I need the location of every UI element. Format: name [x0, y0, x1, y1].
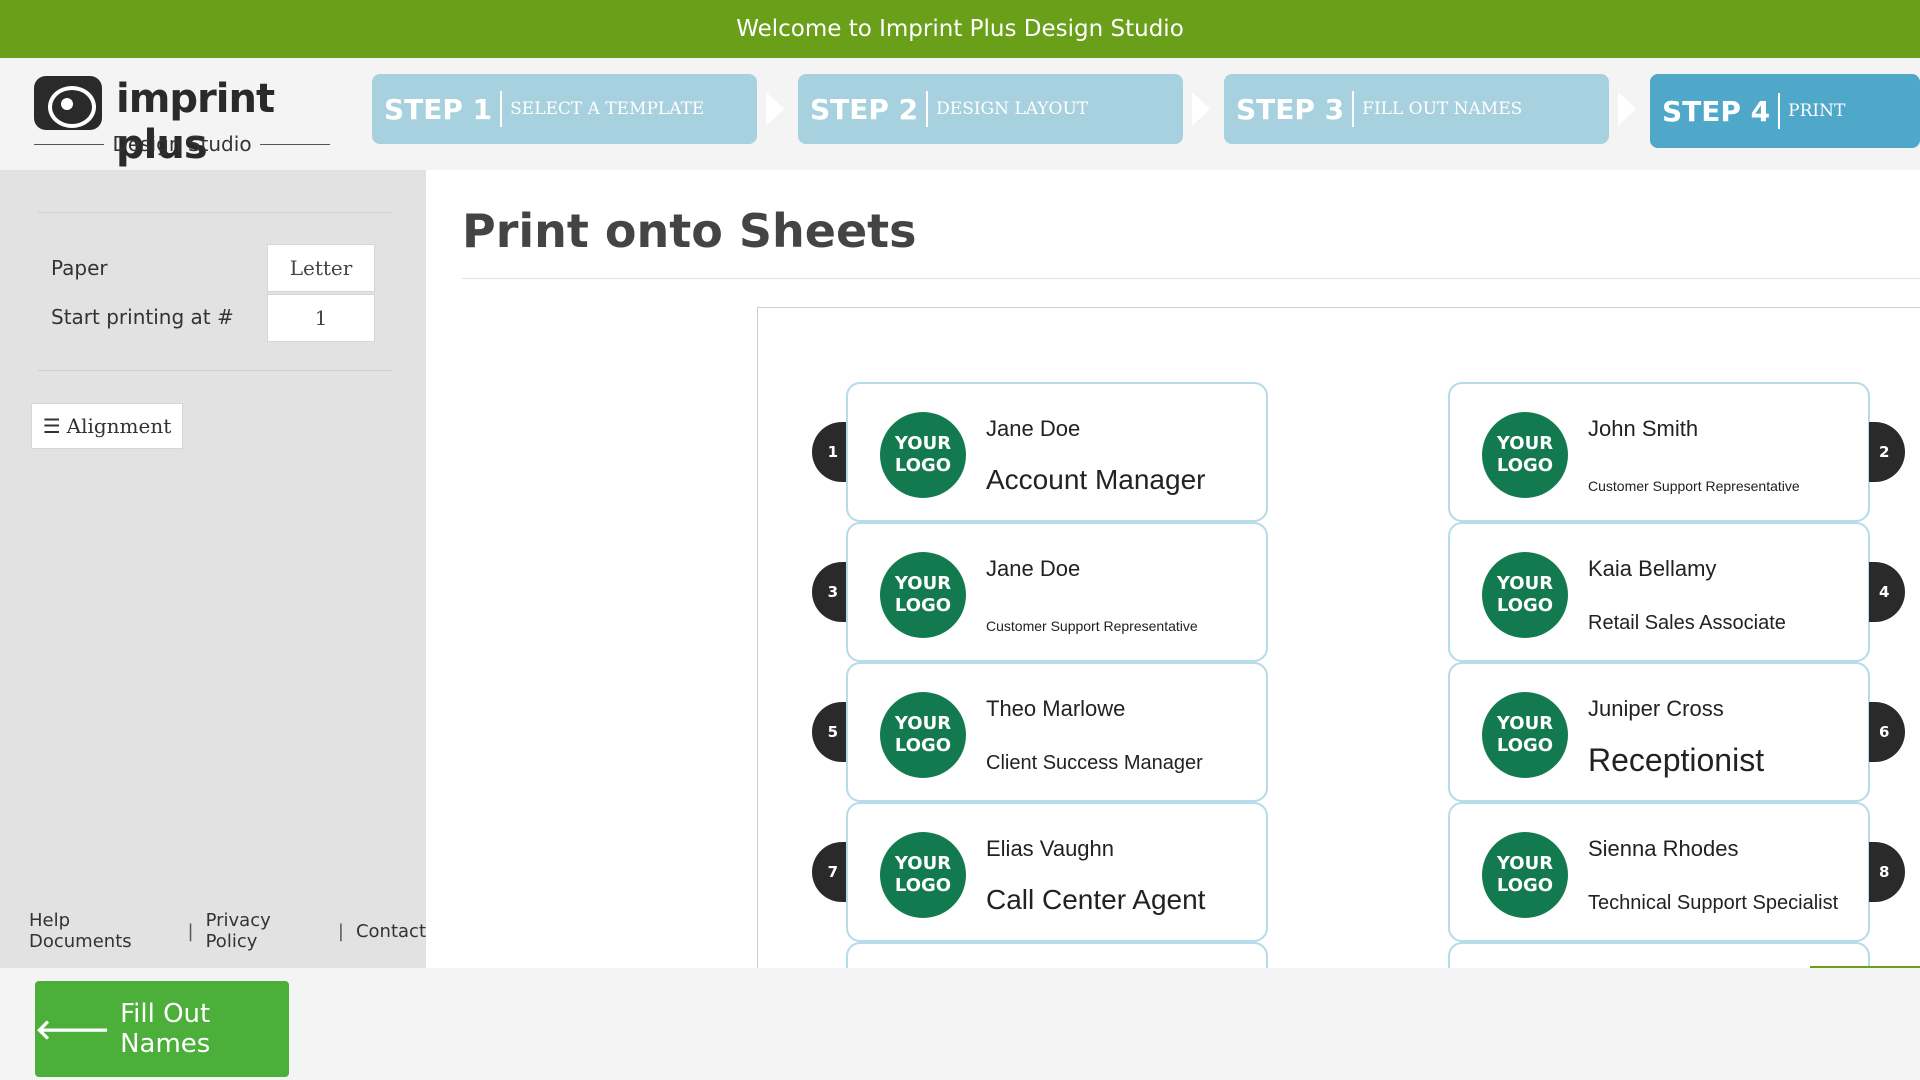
name-badge-label[interactable]: YOUR LOGO Juniper Cross Receptionist: [1448, 662, 1870, 802]
step-separator: [1778, 93, 1781, 129]
fill-out-names-label: Fill Out Names: [120, 999, 211, 1059]
step-arrow-icon: [766, 92, 784, 126]
paper-select[interactable]: Letter: [267, 244, 375, 292]
title-divider: [462, 278, 1920, 279]
badge-title: Customer Support Representative: [1588, 478, 1800, 494]
badge-title: Receptionist: [1588, 742, 1765, 778]
your-logo-icon: YOUR LOGO: [1482, 692, 1568, 778]
label-number-badge: 5: [812, 702, 848, 762]
footer-links: Help Documents | Privacy Policy | Contac…: [29, 910, 426, 952]
label-number-badge: 7: [812, 842, 848, 902]
label-number-badge: 6: [1869, 702, 1905, 762]
step-4-tab[interactable]: STEP 4 PRINT: [1650, 74, 1920, 148]
fill-out-names-button[interactable]: 🡐 Fill Out Names: [35, 981, 289, 1077]
arrow-left-icon: 🡐: [35, 1013, 111, 1046]
badge-title: Client Success Manager: [986, 752, 1203, 774]
step-2-tab[interactable]: STEP 2 DESIGN LAYOUT: [798, 74, 1183, 144]
your-logo-icon: YOUR LOGO: [880, 692, 966, 778]
name-badge-label[interactable]: YOUR LOGO John Smith Customer Support Re…: [1448, 382, 1870, 522]
step-arrow-icon: [1192, 92, 1210, 126]
link-separator: |: [337, 920, 344, 942]
name-badge-label[interactable]: YOUR LOGO Jane Doe Customer Support Repr…: [846, 522, 1268, 662]
step-number: STEP 4: [1662, 94, 1771, 128]
step-label: DESIGN LAYOUT: [936, 99, 1089, 119]
label-number-badge: 3: [812, 562, 848, 622]
name-badge-label[interactable]: [846, 942, 1268, 968]
welcome-banner: Welcome to Imprint Plus Design Studio: [0, 0, 1920, 58]
badge-title: Retail Sales Associate: [1588, 612, 1786, 634]
link-separator: |: [187, 920, 194, 942]
badge-name: Jane Doe: [986, 556, 1081, 581]
start-printing-label: Start printing at #: [51, 305, 234, 329]
badge-name: Juniper Cross: [1588, 696, 1724, 721]
badge-title: Account Manager: [986, 464, 1206, 495]
main-content: Print onto Sheets 1 YOUR LOGO Jane Doe A…: [426, 170, 1920, 968]
contact-link[interactable]: Contact: [356, 921, 426, 942]
name-badge-label[interactable]: YOUR LOGO Elias Vaughn Call Center Agent: [846, 802, 1268, 942]
name-badge-label[interactable]: [1448, 942, 1870, 968]
badge-title: Technical Support Specialist: [1588, 892, 1839, 914]
align-center-icon: ☰: [42, 414, 61, 438]
badge-title: Call Center Agent: [986, 884, 1206, 915]
welcome-text: Welcome to Imprint Plus Design Studio: [736, 16, 1184, 42]
your-logo-icon: YOUR LOGO: [1482, 552, 1568, 638]
brand-subtitle: Design Studio: [112, 132, 252, 156]
your-logo-icon: YOUR LOGO: [1482, 412, 1568, 498]
badge-name: Jane Doe: [986, 416, 1081, 441]
alignment-label: Alignment: [66, 414, 172, 438]
imprint-logo-icon: [34, 76, 102, 130]
sidebar: Paper Letter Start printing at # 1 ☰ Ali…: [0, 170, 426, 968]
step-number: STEP 2: [810, 92, 919, 126]
badge-name: Theo Marlowe: [986, 696, 1126, 721]
step-label: PRINT: [1788, 101, 1846, 121]
label-number-badge: 4: [1869, 562, 1905, 622]
step-arrow-icon: [1618, 92, 1636, 126]
privacy-policy-link[interactable]: Privacy Policy: [206, 910, 326, 952]
help-documents-link[interactable]: Help Documents: [29, 910, 176, 952]
sidebar-divider: [38, 212, 392, 213]
start-printing-input[interactable]: 1: [267, 294, 375, 342]
step-label: SELECT A TEMPLATE: [510, 99, 705, 119]
your-logo-icon: YOUR LOGO: [1482, 832, 1568, 918]
paper-label: Paper: [51, 256, 108, 280]
name-badge-label[interactable]: YOUR LOGO Kaia Bellamy Retail Sales Asso…: [1448, 522, 1870, 662]
header: imprint plus Design Studio STEP 1 SELECT…: [0, 58, 1920, 170]
subtitle-rule-left: [34, 143, 105, 145]
badge-name: John Smith: [1588, 416, 1699, 441]
print-sheet-preview: 1 YOUR LOGO Jane Doe Account Manager YOU…: [757, 307, 1920, 968]
name-badge-label[interactable]: YOUR LOGO Theo Marlowe Client Success Ma…: [846, 662, 1268, 802]
step-1-tab[interactable]: STEP 1 SELECT A TEMPLATE: [372, 74, 757, 144]
alignment-button[interactable]: ☰ Alignment: [31, 403, 183, 449]
sidebar-divider: [38, 370, 392, 371]
brand-logo[interactable]: imprint plus Design Studio: [34, 76, 334, 168]
label-number-badge: 2: [1869, 422, 1905, 482]
badge-name: Elias Vaughn: [986, 836, 1115, 861]
your-logo-icon: YOUR LOGO: [880, 412, 966, 498]
name-badge-label[interactable]: YOUR LOGO Jane Doe Account Manager: [846, 382, 1268, 522]
badge-name: Sienna Rhodes: [1588, 836, 1739, 861]
step-3-tab[interactable]: STEP 3 FILL OUT NAMES: [1224, 74, 1609, 144]
badge-name: Kaia Bellamy: [1588, 556, 1717, 581]
step-separator: [500, 91, 503, 127]
name-badge-label[interactable]: YOUR LOGO Sienna Rhodes Technical Suppor…: [1448, 802, 1870, 942]
your-logo-icon: YOUR LOGO: [880, 832, 966, 918]
step-number: STEP 1: [384, 92, 493, 126]
your-logo-icon: YOUR LOGO: [880, 552, 966, 638]
step-separator: [926, 91, 929, 127]
brand-subtitle-row: Design Studio: [34, 132, 330, 156]
subtitle-rule-right: [259, 143, 330, 145]
step-label: FILL OUT NAMES: [1362, 99, 1523, 119]
label-number-badge: 1: [812, 422, 848, 482]
bottom-bar: 🡐 Fill Out Names: [0, 968, 1920, 1080]
label-number-badge: 8: [1869, 842, 1905, 902]
badge-title: Customer Support Representative: [986, 618, 1198, 634]
page-title: Print onto Sheets: [462, 204, 917, 258]
step-separator: [1352, 91, 1355, 127]
step-number: STEP 3: [1236, 92, 1345, 126]
